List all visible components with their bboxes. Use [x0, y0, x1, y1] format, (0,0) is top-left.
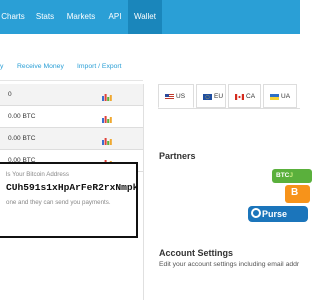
nav-api[interactable]: API	[102, 0, 128, 34]
table-row: 0	[0, 84, 143, 106]
balance-amount: 0.00 BTC	[8, 135, 36, 142]
address-label: ls Your Bitcoin Address	[6, 171, 69, 178]
tab-currency-ua[interactable]: UA	[263, 84, 297, 108]
balance-amount: 0.00 BTC	[8, 113, 36, 120]
partner-logo-bitcoin[interactable]: B	[285, 185, 310, 203]
table-row: 0.00 BTC	[0, 106, 143, 128]
currency-code: CA	[246, 93, 256, 100]
currency-code: US	[176, 93, 186, 100]
subnav-import-export[interactable]: Import / Export	[77, 63, 122, 70]
partner-logo-purse-text: Purse	[262, 209, 288, 219]
flag-ca-icon	[235, 94, 244, 100]
balance-amount: 0	[8, 91, 12, 98]
subnav-send-money[interactable]: y	[0, 63, 3, 70]
flag-us-icon	[165, 94, 174, 100]
nav-markets[interactable]: Markets	[62, 0, 100, 34]
partner-logo-btc-text: BTC	[276, 172, 290, 179]
account-settings-title: Account Settings	[159, 248, 234, 258]
bar-chart-icon[interactable]	[102, 115, 112, 123]
currency-code: UA	[281, 93, 291, 100]
tab-currency-ca[interactable]: CA	[228, 84, 261, 108]
tab-currency-eu[interactable]: EU	[196, 84, 226, 108]
tab-currency-us[interactable]: US	[158, 84, 194, 108]
account-settings-subtitle: Edit your account settings including ema…	[159, 261, 300, 268]
partners-title: Partners	[159, 151, 196, 161]
partner-logo-purse[interactable]: Purse	[248, 206, 308, 222]
nav-wallet[interactable]: Wallet	[128, 0, 162, 34]
currency-code: EU	[214, 93, 224, 100]
nav-charts[interactable]: Charts	[0, 0, 30, 34]
bitcoin-address[interactable]: CUh591s1xHpArFeR2rxNmpk	[6, 182, 138, 193]
bar-chart-icon[interactable]	[102, 93, 112, 101]
partner-logo-btc[interactable]: BTCJ	[272, 169, 312, 183]
table-row: 0.00 BTC	[0, 128, 143, 150]
subnav-receive-money[interactable]: Receive Money	[17, 63, 64, 70]
flag-eu-icon	[203, 94, 212, 100]
top-navbar: Charts Stats Markets API Wallet	[0, 0, 300, 34]
bitcoin-address-box: ls Your Bitcoin Address CUh591s1xHpArFeR…	[0, 162, 138, 238]
purse-logo-icon	[251, 208, 261, 218]
subnav-divider	[0, 80, 143, 81]
bar-chart-icon[interactable]	[102, 137, 112, 145]
address-note: one and they can send you payments.	[6, 199, 111, 206]
column-divider	[143, 84, 144, 300]
partner-logo-btc-suffix: J	[289, 172, 293, 179]
nav-stats[interactable]: Stats	[30, 0, 60, 34]
flag-ua-icon	[270, 94, 279, 100]
partner-logo-bitcoin-text: B	[291, 187, 299, 198]
tab-underline	[158, 108, 300, 109]
